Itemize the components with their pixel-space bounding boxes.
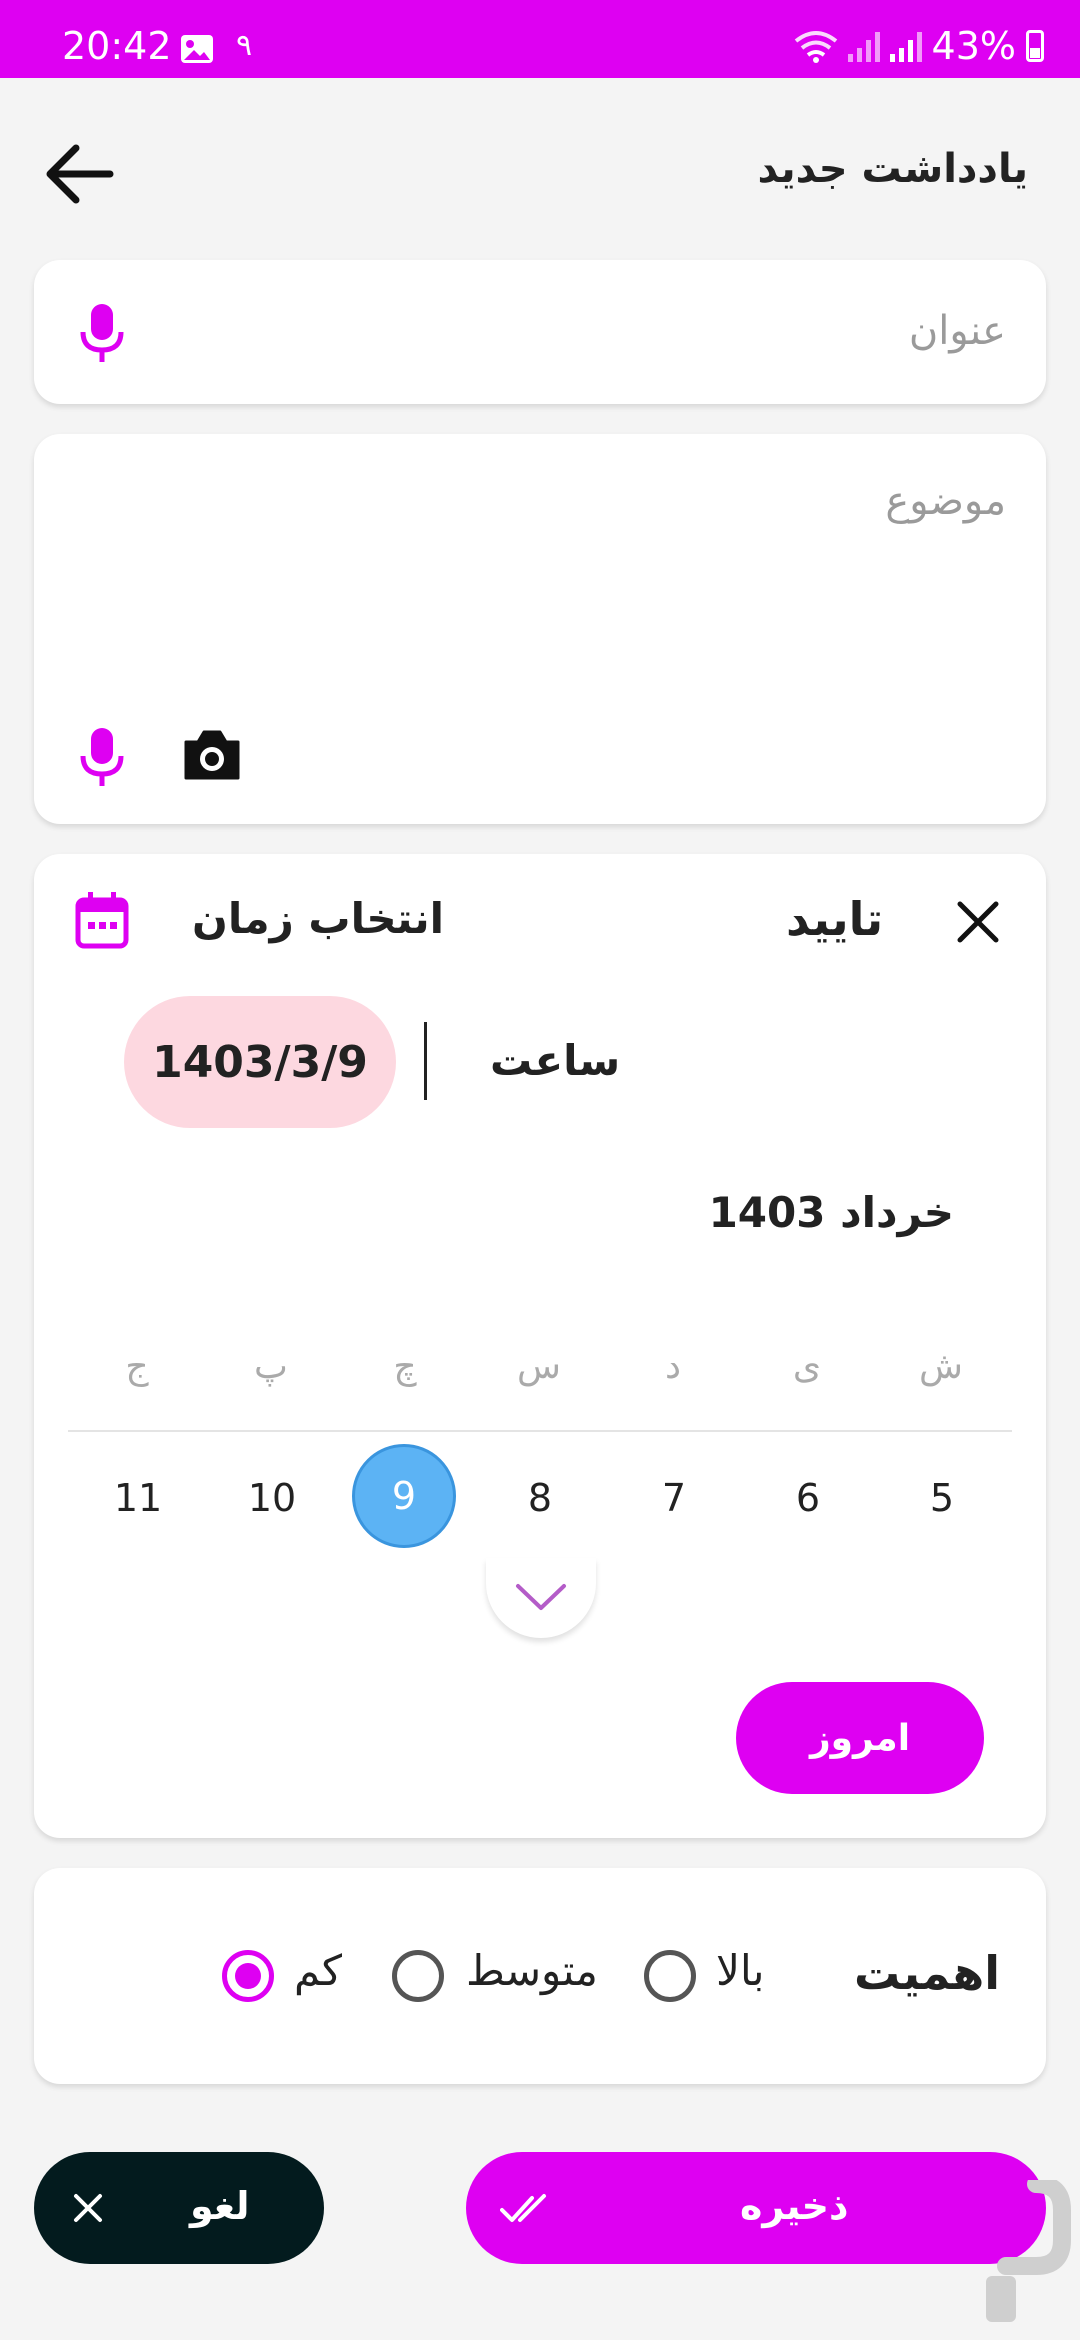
weekday-label: پ [254, 1346, 288, 1387]
selected-date-chip[interactable]: 1403/3/9 [124, 996, 396, 1128]
day-cell[interactable]: 7 [622, 1476, 726, 1520]
notification-count: ۹ [236, 28, 253, 63]
title-field[interactable]: عنوان [34, 260, 1046, 404]
status-right: 43% [794, 24, 1044, 68]
battery-icon [1026, 30, 1044, 62]
status-bar: 20:42 ۹ 43% [0, 0, 1080, 78]
priority-medium-radio[interactable] [392, 1950, 444, 2002]
priority-high-radio[interactable] [644, 1950, 696, 2002]
subject-mic-icon[interactable] [78, 726, 126, 788]
camera-icon[interactable] [182, 728, 242, 782]
signal-icon-1 [847, 30, 880, 62]
day-cell[interactable]: 8 [488, 1476, 592, 1520]
close-icon [74, 2194, 102, 2222]
store-logo-watermark-icon [986, 2180, 1071, 2322]
double-check-icon [500, 2194, 546, 2222]
battery-percent: 43% [931, 24, 1016, 68]
signal-icon-2 [889, 30, 922, 62]
day-cell-selected[interactable]: 9 [352, 1444, 456, 1548]
hour-tab[interactable]: ساعت [490, 1036, 620, 1085]
wifi-icon [794, 31, 837, 63]
back-arrow-icon[interactable] [40, 136, 120, 212]
title-placeholder: عنوان [908, 308, 1006, 354]
image-notification-icon [181, 35, 213, 63]
weekday-label: س [517, 1346, 561, 1387]
subject-field[interactable]: موضوع [34, 434, 1046, 824]
chevron-down-icon [516, 1584, 566, 1610]
confirm-button[interactable]: تایید [786, 892, 883, 946]
weekday-label: ی [792, 1346, 822, 1387]
weekday-label: د [664, 1346, 682, 1387]
date-hour-divider [424, 1022, 427, 1100]
weekday-label: ج [125, 1346, 149, 1387]
mic-icon[interactable] [78, 302, 126, 364]
picker-header-label: انتخاب زمان [192, 894, 444, 943]
cancel-label: لغو [190, 2184, 250, 2228]
weekday-divider [68, 1430, 1012, 1432]
day-cell[interactable]: 11 [86, 1476, 190, 1520]
today-button[interactable]: امروز [736, 1682, 984, 1794]
page-title: یادداشت جدید [757, 146, 1028, 192]
subject-placeholder: موضوع [885, 478, 1006, 524]
priority-low-label[interactable]: کم [294, 1946, 342, 1995]
priority-medium-label[interactable]: متوسط [466, 1946, 598, 1995]
day-cell[interactable]: 5 [890, 1476, 994, 1520]
day-cell[interactable]: 6 [756, 1476, 860, 1520]
calendar-icon[interactable] [74, 890, 130, 950]
save-button[interactable]: ذخیره [466, 2152, 1046, 2264]
priority-low-radio[interactable] [222, 1950, 274, 2002]
priority-label: اهمیت [854, 1946, 1000, 2000]
status-time: 20:42 [62, 24, 172, 68]
day-cell[interactable]: 10 [220, 1476, 324, 1520]
month-label[interactable]: خرداد 1403 [709, 1188, 954, 1237]
cancel-button[interactable]: لغو [34, 2152, 324, 2264]
close-icon[interactable] [956, 900, 1000, 944]
weekday-label: ش [919, 1346, 963, 1387]
priority-high-label[interactable]: بالا [716, 1946, 764, 1995]
weekday-label: چ [393, 1346, 417, 1387]
save-label: ذخیره [740, 2184, 849, 2228]
